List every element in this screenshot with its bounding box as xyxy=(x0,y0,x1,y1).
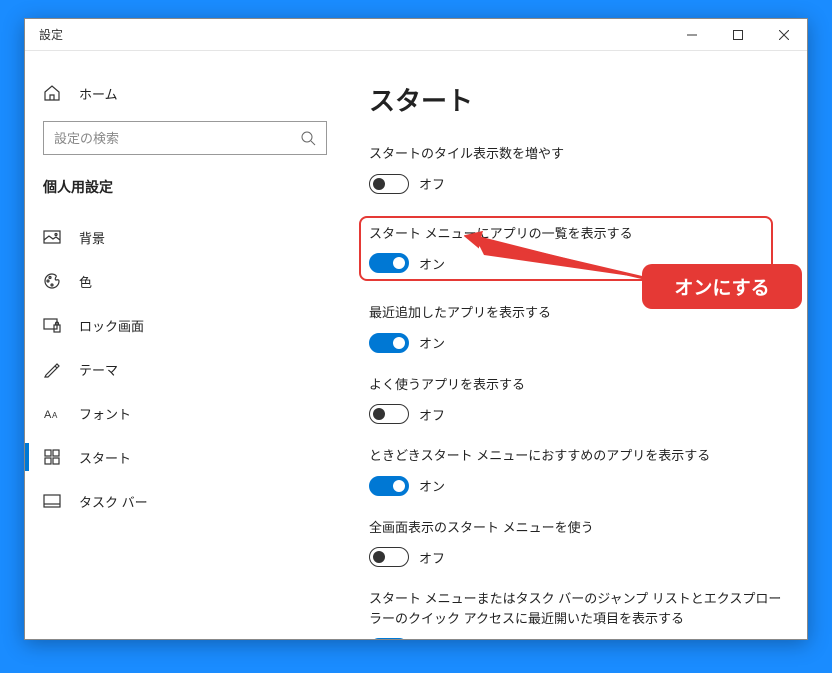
toggle-recent-items[interactable] xyxy=(369,638,409,639)
toggle-more-tiles[interactable] xyxy=(369,174,409,194)
minimize-button[interactable] xyxy=(669,19,715,51)
settings-window: 設定 ホーム 個人用設定 xyxy=(24,18,808,640)
sidebar-item-background[interactable]: 背景 xyxy=(25,215,345,259)
toggle-recently-added[interactable] xyxy=(369,333,409,353)
toggle-row: オン xyxy=(369,638,783,639)
close-icon xyxy=(779,30,789,40)
theme-icon xyxy=(43,360,61,378)
sidebar-item-colors[interactable]: 色 xyxy=(25,259,345,303)
setting-recent-items: スタート メニューまたはタスク バーのジャンプ リストとエクスプローラーのクイッ… xyxy=(369,589,783,639)
sidebar: ホーム 個人用設定 背景 色 ロック画面 テーマ xyxy=(25,51,345,639)
sidebar-item-fonts[interactable]: AA フォント xyxy=(25,391,345,435)
sidebar-item-label: ロック画面 xyxy=(79,316,144,335)
palette-icon xyxy=(43,272,61,290)
page-title: スタート xyxy=(369,81,783,118)
toggle-fullscreen[interactable] xyxy=(369,547,409,567)
setting-more-tiles: スタートのタイル表示数を増やす オフ xyxy=(369,144,783,194)
image-icon xyxy=(43,228,61,246)
setting-fullscreen: 全画面表示のスタート メニューを使う オフ xyxy=(369,518,783,568)
toggle-most-used[interactable] xyxy=(369,404,409,424)
sidebar-item-label: 色 xyxy=(79,272,92,291)
sidebar-item-label: スタート xyxy=(79,448,131,467)
setting-label: よく使うアプリを表示する xyxy=(369,375,783,395)
toggle-state: オン xyxy=(419,476,445,495)
search-icon xyxy=(300,130,316,146)
sidebar-home-label: ホーム xyxy=(79,84,118,103)
sidebar-item-label: タスク バー xyxy=(79,492,148,511)
toggle-row: オフ xyxy=(369,404,783,424)
sidebar-item-taskbar[interactable]: タスク バー xyxy=(25,479,345,523)
setting-label: スタートのタイル表示数を増やす xyxy=(369,144,783,164)
taskbar-icon xyxy=(43,492,61,510)
sidebar-item-lockscreen[interactable]: ロック画面 xyxy=(25,303,345,347)
maximize-icon xyxy=(733,30,743,40)
sidebar-section-header: 個人用設定 xyxy=(25,173,345,215)
window-body: ホーム 個人用設定 背景 色 ロック画面 テーマ xyxy=(25,51,807,639)
close-button[interactable] xyxy=(761,19,807,51)
toggle-row: オフ xyxy=(369,174,783,194)
callout-text: オンにする xyxy=(674,273,769,300)
toggle-state: オフ xyxy=(419,174,445,193)
maximize-button[interactable] xyxy=(715,19,761,51)
toggle-row: オン xyxy=(369,333,783,353)
window-title: 設定 xyxy=(39,26,669,43)
start-icon xyxy=(43,448,61,466)
toggle-state: オン xyxy=(419,333,445,352)
sidebar-item-themes[interactable]: テーマ xyxy=(25,347,345,391)
minimize-icon xyxy=(687,30,697,40)
home-icon xyxy=(43,84,61,102)
setting-label: スタート メニューまたはタスク バーのジャンプ リストとエクスプローラーのクイッ… xyxy=(369,589,783,628)
titlebar: 設定 xyxy=(25,19,807,51)
sidebar-item-start[interactable]: スタート xyxy=(25,435,345,479)
window-controls xyxy=(669,19,807,51)
annotation-callout: オンにする xyxy=(642,264,802,309)
lock-screen-icon xyxy=(43,316,61,334)
svg-text:A: A xyxy=(44,409,52,421)
toggle-state: オフ xyxy=(419,405,445,424)
sidebar-item-label: フォント xyxy=(79,404,131,423)
toggle-suggestions[interactable] xyxy=(369,476,409,496)
font-icon: AA xyxy=(43,404,61,422)
setting-most-used: よく使うアプリを表示する オフ xyxy=(369,375,783,425)
toggle-row: オフ xyxy=(369,547,783,567)
sidebar-home[interactable]: ホーム xyxy=(25,77,345,109)
sidebar-item-label: 背景 xyxy=(79,228,105,247)
toggle-state: オフ xyxy=(419,548,445,567)
setting-label: スタート メニューにアプリの一覧を表示する xyxy=(369,224,763,244)
toggle-row: オン xyxy=(369,476,783,496)
setting-recently-added: 最近追加したアプリを表示する オン xyxy=(369,303,783,353)
toggle-state: オン xyxy=(419,254,445,273)
content-area: スタート スタートのタイル表示数を増やす オフ スタート メニューにアプリの一覧… xyxy=(345,51,807,639)
svg-text:A: A xyxy=(52,411,58,420)
search-box[interactable] xyxy=(43,121,327,155)
setting-label: ときどきスタート メニューにおすすめのアプリを表示する xyxy=(369,446,783,466)
toggle-app-list[interactable] xyxy=(369,253,409,273)
search-input[interactable] xyxy=(54,131,300,146)
setting-label: 全画面表示のスタート メニューを使う xyxy=(369,518,783,538)
sidebar-item-label: テーマ xyxy=(79,360,118,379)
setting-suggestions: ときどきスタート メニューにおすすめのアプリを表示する オン xyxy=(369,446,783,496)
toggle-state: オン xyxy=(419,639,445,640)
